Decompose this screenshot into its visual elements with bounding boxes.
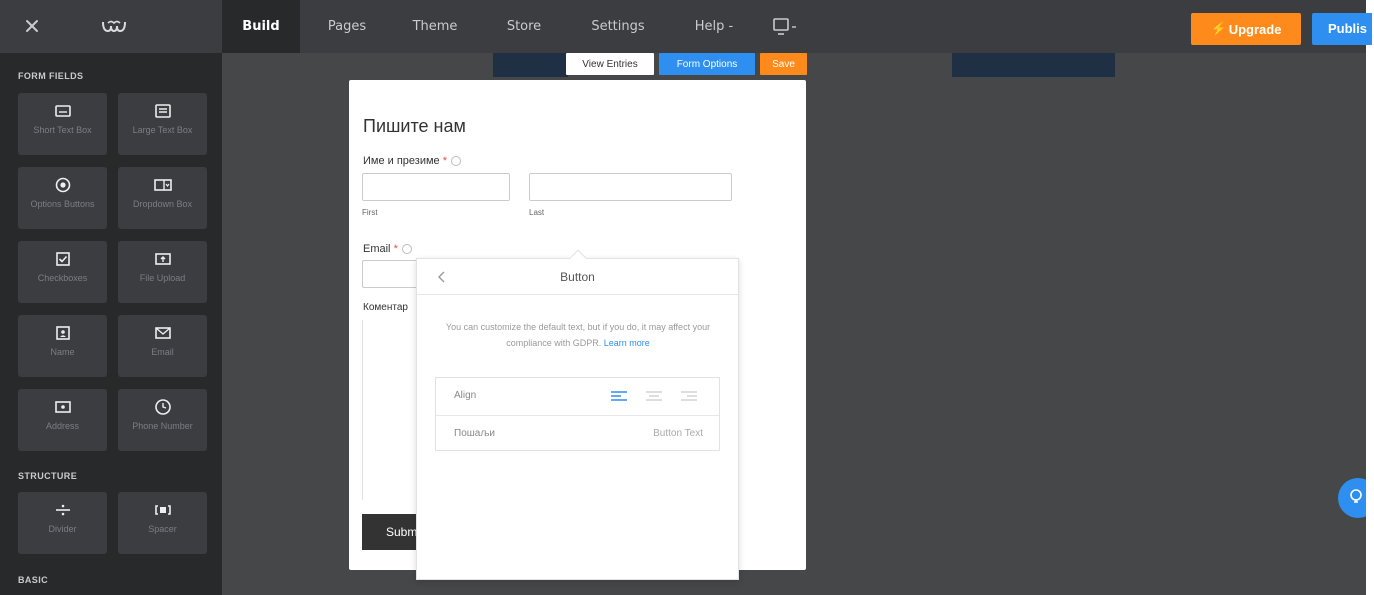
info-icon (401, 244, 412, 255)
tab-theme[interactable]: Theme (400, 0, 470, 53)
field-dropdown-box[interactable]: Dropdown Box (118, 167, 207, 229)
popover-header: Button (417, 259, 738, 295)
field-divider[interactable]: Divider (18, 492, 107, 554)
field-phone-number[interactable]: Phone Number (118, 389, 207, 451)
phone-icon (153, 397, 173, 417)
close-icon[interactable] (20, 14, 44, 38)
button-text-row[interactable]: Пошаљи Button Text (436, 415, 719, 452)
name-card-icon (53, 323, 73, 343)
checkbox-icon (53, 249, 73, 269)
email-field-label: Email * (363, 243, 412, 255)
button-text-value: Пошаљи (454, 428, 495, 439)
section-title-form-fields: FORM FIELDS (18, 71, 84, 81)
align-left-icon[interactable] (610, 388, 628, 404)
short-text-box-icon (53, 101, 73, 121)
field-options-buttons[interactable]: Options Buttons (18, 167, 107, 229)
field-email[interactable]: Email (118, 315, 207, 377)
background-button-ghost (952, 53, 1115, 77)
last-sublabel: Last (529, 208, 545, 217)
address-icon (53, 397, 73, 417)
desktop-device-icon[interactable] (772, 17, 800, 37)
background-toolbar-ghost (493, 53, 568, 77)
tab-settings[interactable]: Settings (574, 0, 662, 53)
top-bar: Build Pages Theme Store Settings Help - … (0, 0, 1372, 53)
file-upload-icon (153, 249, 173, 269)
gdpr-notice: You can customize the default text, but … (445, 322, 711, 348)
first-name-input[interactable] (362, 173, 510, 201)
tab-store[interactable]: Store (492, 0, 556, 53)
comment-textarea-edge (362, 320, 363, 500)
tab-help[interactable]: Help - (678, 0, 750, 53)
field-short-text-box[interactable]: Short Text Box (18, 93, 107, 155)
popover-title: Button (560, 270, 595, 284)
submit-button[interactable]: Submit (362, 514, 422, 550)
align-right-icon[interactable] (680, 388, 698, 404)
comment-field-label: Коментар (363, 302, 408, 313)
name-field-label: Име и презиме * (363, 155, 462, 167)
form-title: Пишите нам (363, 116, 466, 136)
publish-button[interactable]: Publis (1312, 13, 1372, 45)
field-large-text-box[interactable]: Large Text Box (118, 93, 207, 155)
weebly-logo-icon[interactable] (100, 17, 128, 37)
radio-option-icon (53, 175, 73, 195)
tab-build[interactable]: Build (222, 0, 300, 53)
spacer-icon (153, 500, 173, 520)
upgrade-button[interactable]: ⚡ Upgrade (1191, 13, 1301, 45)
field-spacer[interactable]: Spacer (118, 492, 207, 554)
email-input[interactable] (362, 260, 422, 288)
tab-pages[interactable]: Pages (314, 0, 380, 53)
field-name[interactable]: Name (18, 315, 107, 377)
align-row: Align (436, 378, 719, 415)
field-checkboxes[interactable]: Checkboxes (18, 241, 107, 303)
learn-more-link[interactable]: Learn more (604, 338, 650, 348)
divider-icon (53, 500, 73, 520)
back-chevron-icon[interactable] (435, 269, 449, 285)
sidebar: FORM FIELDS Short Text Box Large Text Bo… (0, 53, 222, 595)
field-address[interactable]: Address (18, 389, 107, 451)
info-icon (451, 156, 462, 167)
popover-settings-table: Align Пошаљи Button Text (435, 377, 720, 451)
help-lightbulb-button[interactable] (1338, 478, 1366, 518)
required-asterisk: * (393, 243, 398, 255)
envelope-icon (153, 323, 173, 343)
first-sublabel: First (362, 208, 378, 217)
align-label: Align (454, 390, 477, 401)
lightbulb-icon (1350, 489, 1362, 503)
chevron-down-icon: - (728, 19, 734, 34)
section-title-structure: STRUCTURE (18, 471, 78, 481)
last-name-input[interactable] (529, 173, 732, 201)
view-entries-button[interactable]: View Entries (566, 53, 654, 75)
large-text-box-icon (153, 101, 173, 121)
section-title-basic: BASIC (18, 575, 49, 585)
form-options-button[interactable]: Form Options (659, 53, 755, 75)
editor-canvas: View Entries Form Options Save Пишите на… (222, 53, 1366, 595)
field-file-upload[interactable]: File Upload (118, 241, 207, 303)
align-center-icon[interactable] (645, 388, 663, 404)
save-button[interactable]: Save (760, 53, 807, 75)
button-settings-popover: Button You can customize the default tex… (416, 249, 739, 580)
button-text-label: Button Text (653, 428, 703, 439)
lightning-icon: ⚡ (1210, 21, 1227, 36)
dropdown-box-icon (153, 175, 173, 195)
required-asterisk: * (442, 155, 448, 167)
